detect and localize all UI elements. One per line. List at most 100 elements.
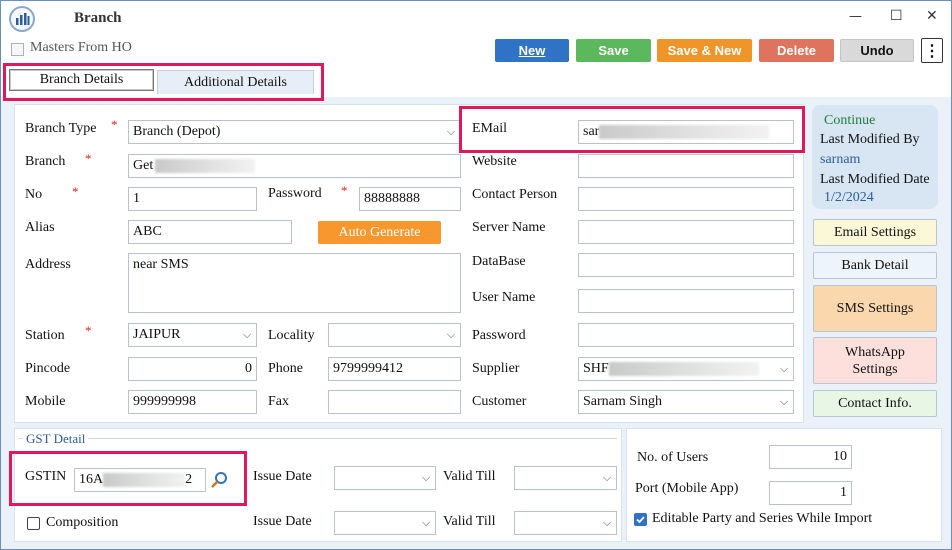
last-modified-date-value: 1/2/2024 xyxy=(824,190,874,205)
user-name-input[interactable] xyxy=(578,289,794,313)
issue-date-label: Issue Date xyxy=(253,469,312,484)
issue-date-picker-2[interactable]: ⌵ xyxy=(334,511,436,535)
locality-select[interactable]: ⌵ xyxy=(328,323,461,347)
customer-label: Customer xyxy=(472,394,527,409)
pincode-value: 0 xyxy=(245,361,252,376)
close-button[interactable]: ✕ xyxy=(926,8,938,24)
fax-label: Fax xyxy=(268,394,289,409)
password-label: Password xyxy=(268,186,322,201)
branch-name-input[interactable]: Get xyxy=(128,154,461,178)
bank-detail-button[interactable]: Bank Detail xyxy=(813,252,937,279)
port-input[interactable]: 1 xyxy=(769,481,852,505)
masters-from-ho-checkbox[interactable] xyxy=(11,43,24,56)
supplier-value: SHF xyxy=(583,361,609,376)
database-label: DataBase xyxy=(472,254,526,269)
save-button[interactable]: Save xyxy=(576,39,651,62)
issue-date-picker[interactable]: ⌵ xyxy=(334,466,436,490)
port-value: 1 xyxy=(840,485,847,500)
delete-button[interactable]: Delete xyxy=(759,39,834,62)
last-modified-by-label: Last Modified By xyxy=(820,132,920,147)
checkmark-icon xyxy=(636,516,645,524)
valid-till-label-2: Valid Till xyxy=(443,514,496,529)
server-name-input[interactable] xyxy=(578,220,794,244)
chevron-down-icon: ⌵ xyxy=(421,471,431,484)
alias-value: ABC xyxy=(133,224,162,239)
station-value: JAIPUR xyxy=(133,327,181,342)
valid-till-picker[interactable]: ⌵ xyxy=(514,466,617,490)
composition-checkbox[interactable] xyxy=(27,517,40,530)
password-value: 88888888 xyxy=(364,191,420,206)
email-settings-button[interactable]: Email Settings xyxy=(813,219,937,246)
required-marker: * xyxy=(111,117,118,132)
password-input[interactable]: 88888888 xyxy=(359,187,461,211)
maximize-button[interactable]: ☐ xyxy=(890,8,903,24)
chevron-down-icon: ⌵ xyxy=(242,328,252,341)
alias-input[interactable]: ABC xyxy=(128,220,292,244)
phone-value: 9799999412 xyxy=(333,361,403,376)
whatsapp-settings-button[interactable]: WhatsApp Settings xyxy=(813,337,937,384)
branch-type-select[interactable]: Branch (Depot) ⌵ xyxy=(128,120,461,144)
whatsapp-settings-line1: WhatsApp xyxy=(845,344,905,360)
chevron-down-icon: ⌵ xyxy=(602,471,612,484)
window-title: Branch xyxy=(74,10,122,26)
editable-party-checkbox[interactable] xyxy=(634,513,647,526)
no-input[interactable]: 1 xyxy=(128,187,257,211)
locality-label: Locality xyxy=(268,328,315,343)
gst-detail-legend: GST Detail xyxy=(23,431,89,447)
contact-person-input[interactable] xyxy=(578,187,794,211)
website-input[interactable] xyxy=(578,154,794,178)
no-of-users-input[interactable]: 10 xyxy=(769,445,852,469)
more-options-button[interactable]: ⋮ xyxy=(921,38,943,63)
address-label: Address xyxy=(25,257,71,272)
gst-fieldset-border xyxy=(19,438,617,439)
customer-select[interactable]: Sarnam Singh ⌵ xyxy=(578,390,794,414)
toolbar: Masters From HO New Save Save & New Dele… xyxy=(1,37,951,101)
title-bar: Branch — ☐ ✕ xyxy=(1,1,951,37)
chevron-down-icon: ⌵ xyxy=(602,516,612,529)
branch-window: Branch — ☐ ✕ Masters From HO New Save Sa… xyxy=(0,0,952,550)
no-value: 1 xyxy=(133,191,140,206)
valid-till-picker-2[interactable]: ⌵ xyxy=(514,511,617,535)
phone-label: Phone xyxy=(268,361,303,376)
last-modified-by-value: sarnam xyxy=(820,152,861,167)
minimize-button[interactable]: — xyxy=(849,9,862,24)
server-password-label: Password xyxy=(472,328,526,343)
tabs-highlight xyxy=(3,63,324,101)
station-select[interactable]: JAIPUR ⌵ xyxy=(128,323,257,347)
redacted-text xyxy=(155,158,256,173)
address-textarea[interactable]: near SMS xyxy=(128,253,461,313)
port-label: Port (Mobile App) xyxy=(635,481,739,496)
sms-settings-button[interactable]: SMS Settings xyxy=(813,285,937,332)
required-marker: * xyxy=(72,184,79,199)
address-value: near SMS xyxy=(133,257,189,272)
no-of-users-label: No. of Users xyxy=(637,450,709,465)
contact-info-button[interactable]: Contact Info. xyxy=(813,390,937,417)
email-highlight xyxy=(459,106,805,153)
fax-input[interactable] xyxy=(328,390,461,414)
branch-type-label: Branch Type xyxy=(25,121,97,136)
branch-name-value: Get xyxy=(133,158,154,173)
redacted-text xyxy=(608,361,759,376)
contact-person-label: Contact Person xyxy=(472,187,558,202)
supplier-label: Supplier xyxy=(472,361,520,376)
mobile-value: 999999998 xyxy=(133,394,196,409)
database-input[interactable] xyxy=(578,253,794,277)
status-text: Continue xyxy=(824,113,876,128)
pincode-input[interactable]: 0 xyxy=(128,357,257,381)
supplier-select[interactable]: SHF ⌵ xyxy=(578,357,794,381)
save-new-button[interactable]: Save & New xyxy=(657,39,752,62)
chevron-down-icon: ⌵ xyxy=(446,125,456,138)
required-marker: * xyxy=(85,323,92,338)
server-name-label: Server Name xyxy=(472,220,546,235)
branch-label: Branch xyxy=(25,154,66,169)
undo-button[interactable]: Undo xyxy=(840,39,914,62)
mobile-input[interactable]: 999999998 xyxy=(128,390,257,414)
server-password-input[interactable] xyxy=(578,323,794,347)
auto-generate-button[interactable]: Auto Generate xyxy=(318,221,441,244)
phone-input[interactable]: 9799999412 xyxy=(328,357,461,381)
new-button[interactable]: New xyxy=(495,39,569,62)
alias-label: Alias xyxy=(25,220,55,235)
station-label: Station xyxy=(25,328,65,343)
chevron-down-icon: ⌵ xyxy=(446,328,456,341)
chevron-down-icon: ⌵ xyxy=(779,395,789,408)
